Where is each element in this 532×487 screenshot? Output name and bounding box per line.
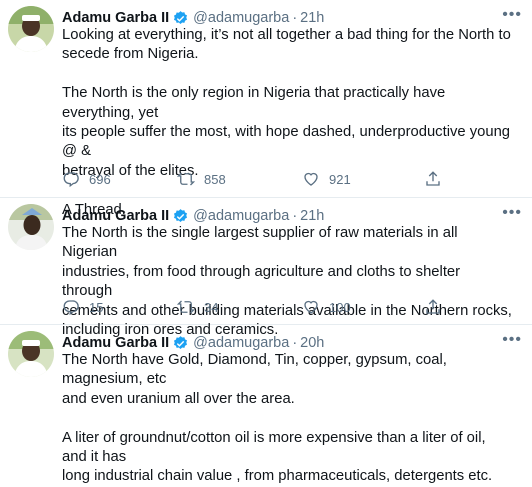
author-handle[interactable]: @adamugarba bbox=[193, 10, 289, 26]
share-icon bbox=[426, 171, 440, 186]
timestamp[interactable]: 21h bbox=[300, 208, 324, 224]
reply-count: 696 bbox=[89, 171, 111, 187]
separator-dot: · bbox=[292, 335, 298, 351]
tweet-actions: 15 34 100 bbox=[62, 297, 512, 317]
like-button[interactable]: 921 bbox=[302, 170, 351, 188]
reply-button[interactable]: 696 bbox=[62, 170, 111, 188]
avatar[interactable] bbox=[8, 204, 54, 250]
share-button[interactable] bbox=[424, 298, 451, 316]
tweet[interactable]: Adamu Garba II @adamugarba · 21h ••• Loo… bbox=[0, 0, 532, 218]
separator-dot: · bbox=[292, 10, 298, 26]
tweet[interactable]: Adamu Garba II @adamugarba · 20h ••• The… bbox=[0, 325, 532, 484]
reply-icon bbox=[63, 300, 79, 316]
tweet-header: Adamu Garba II @adamugarba · 21h ••• bbox=[62, 204, 522, 226]
tweet[interactable]: Adamu Garba II @adamugarba · 21h ••• The… bbox=[0, 198, 532, 338]
tweet-header: Adamu Garba II @adamugarba · 20h ••• bbox=[62, 331, 522, 353]
avatar[interactable] bbox=[8, 6, 54, 52]
separator-dot: · bbox=[292, 208, 298, 224]
like-icon bbox=[304, 172, 318, 186]
tweet-header: Adamu Garba II @adamugarba · 21h ••• bbox=[62, 6, 522, 28]
like-count: 921 bbox=[329, 171, 351, 187]
verified-badge-icon bbox=[174, 335, 188, 349]
retweet-button[interactable]: 34 bbox=[177, 298, 218, 316]
more-options-icon[interactable]: ••• bbox=[502, 331, 522, 349]
retweet-button[interactable]: 858 bbox=[177, 170, 226, 188]
author-name[interactable]: Adamu Garba II bbox=[62, 208, 169, 224]
reply-icon bbox=[63, 172, 79, 188]
author-name[interactable]: Adamu Garba II bbox=[62, 335, 169, 351]
like-count: 100 bbox=[329, 299, 351, 315]
timestamp[interactable]: 21h bbox=[300, 10, 324, 26]
tweet-actions: 696 858 921 bbox=[62, 169, 512, 189]
retweet-count: 34 bbox=[204, 299, 219, 315]
tweet-text: The North is the single largest supplier… bbox=[62, 225, 512, 339]
share-icon bbox=[426, 299, 440, 314]
tweet-text: Looking at everything, it’s not all toge… bbox=[62, 27, 511, 218]
retweet-icon bbox=[177, 172, 195, 186]
retweet-icon bbox=[177, 300, 195, 314]
avatar[interactable] bbox=[8, 331, 54, 377]
reply-button[interactable]: 15 bbox=[62, 298, 103, 316]
more-options-icon[interactable]: ••• bbox=[502, 204, 522, 222]
author-handle[interactable]: @adamugarba bbox=[193, 208, 289, 224]
share-button[interactable] bbox=[424, 170, 451, 188]
timestamp[interactable]: 20h bbox=[300, 335, 324, 351]
tweet-text: The North have Gold, Diamond, Tin, coppe… bbox=[62, 352, 493, 485]
reply-count: 15 bbox=[89, 299, 104, 315]
like-button[interactable]: 100 bbox=[302, 298, 351, 316]
retweet-count: 858 bbox=[204, 171, 226, 187]
author-name[interactable]: Adamu Garba II bbox=[62, 10, 169, 26]
verified-badge-icon bbox=[174, 208, 188, 222]
author-handle[interactable]: @adamugarba bbox=[193, 335, 289, 351]
verified-badge-icon bbox=[174, 10, 188, 24]
like-icon bbox=[304, 300, 318, 314]
more-options-icon[interactable]: ••• bbox=[502, 6, 522, 24]
